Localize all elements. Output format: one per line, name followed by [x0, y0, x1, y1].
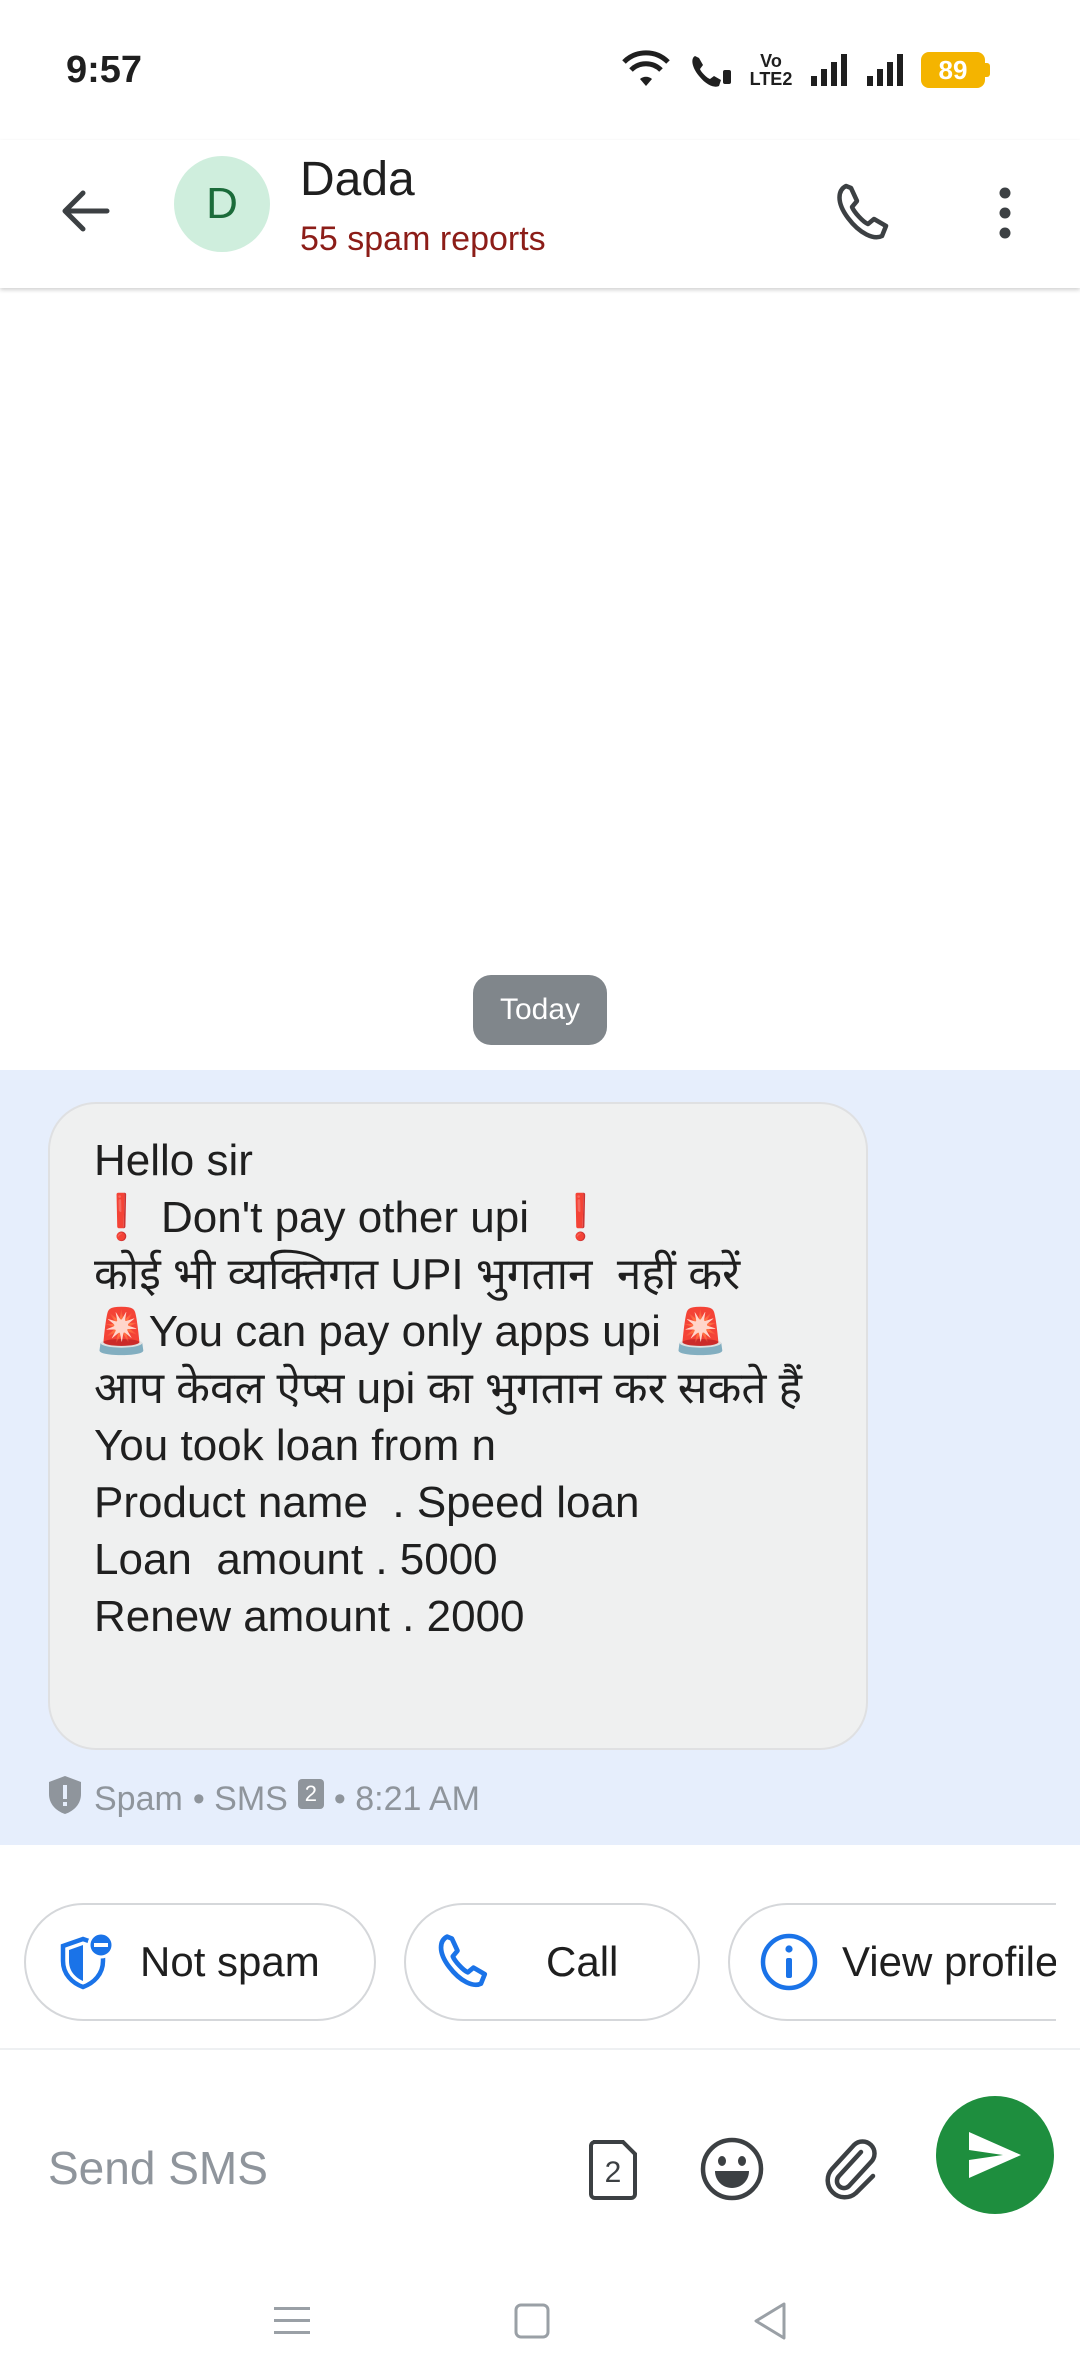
- contact-name[interactable]: Dada: [300, 152, 415, 207]
- phone-icon: [430, 1927, 500, 1997]
- attach-button[interactable]: [812, 2124, 892, 2214]
- phone-icon: [837, 183, 889, 240]
- not-spam-button[interactable]: Not spam: [24, 1903, 376, 2021]
- wifi-calling-icon: [687, 50, 733, 90]
- spam-message-zone: Hello sir ❗ Don't pay other upi ❗ कोई भी…: [0, 1070, 1080, 1845]
- spam-reports-label: 55 spam reports: [300, 220, 546, 258]
- view-profile-button[interactable]: View profile: [728, 1903, 1056, 2021]
- battery-tip: [985, 63, 990, 77]
- message-meta: Spam • SMS 2 • 8:21 AM: [46, 1774, 480, 1824]
- wifi-icon: [621, 50, 671, 90]
- emoji-icon: [700, 2137, 764, 2201]
- sms-input[interactable]: [46, 2128, 546, 2208]
- shield-icon: [52, 1927, 122, 1997]
- compose-bar: 2: [0, 2048, 1080, 2268]
- status-time: 9:57: [66, 48, 143, 91]
- suggestion-actions: Not spam Call View profile: [0, 1903, 1056, 2023]
- volte-indicator: Vo LTE2: [749, 52, 793, 88]
- conversation-app-bar: D Dada 55 spam reports: [0, 140, 1080, 288]
- more-vert-icon: [999, 187, 1011, 239]
- status-bar: 9:57 Vo LTE2 89: [0, 0, 1080, 140]
- send-button[interactable]: [936, 2096, 1054, 2214]
- call-label: Call: [546, 1938, 619, 1985]
- battery-level: 89: [921, 52, 985, 88]
- sim-number: 2: [605, 2156, 622, 2189]
- shield-alert-icon: [46, 1774, 84, 1825]
- compose-divider: [0, 2048, 1080, 2050]
- signal-icon-1: [809, 52, 849, 88]
- not-spam-label: Not spam: [140, 1938, 320, 1985]
- call-button[interactable]: Call: [404, 1903, 700, 2021]
- nav-menu-button[interactable]: [252, 2286, 332, 2356]
- system-nav-bar: [0, 2268, 1080, 2373]
- back-triangle-icon: [754, 2302, 786, 2340]
- avatar[interactable]: D: [174, 156, 270, 252]
- view-profile-label: View profile: [842, 1938, 1056, 1985]
- meta-time: • 8:21 AM: [333, 1779, 480, 1818]
- more-options-button[interactable]: [970, 168, 1040, 258]
- home-square-icon: [514, 2303, 550, 2339]
- send-icon: [969, 2132, 1021, 2178]
- header-call-button[interactable]: [820, 168, 910, 258]
- volte-line2: LTE2: [749, 69, 793, 89]
- sim-select-button[interactable]: 2: [578, 2124, 648, 2214]
- meta-spam: Spam: [94, 1779, 183, 1818]
- message-bubble[interactable]: Hello sir ❗ Don't pay other upi ❗ कोई भी…: [48, 1102, 868, 1750]
- status-icons: Vo LTE2 89: [621, 50, 990, 90]
- sim-badge: 2: [297, 1779, 324, 1809]
- meta-sms: • SMS: [192, 1779, 288, 1818]
- emoji-button[interactable]: [692, 2124, 772, 2214]
- sim-card-icon: 2: [589, 2140, 637, 2200]
- signal-icon-2: [865, 52, 905, 88]
- menu-icon: [274, 2307, 310, 2334]
- arrow-left-icon: [62, 190, 110, 232]
- nav-home-button[interactable]: [492, 2286, 572, 2356]
- back-button[interactable]: [50, 176, 120, 246]
- info-icon: [754, 1927, 824, 1997]
- volte-line1: Vo: [760, 51, 782, 71]
- paperclip-icon: [825, 2139, 877, 2200]
- battery-indicator: 89: [921, 52, 990, 88]
- nav-back-button[interactable]: [730, 2286, 810, 2356]
- date-chip: Today: [473, 975, 607, 1045]
